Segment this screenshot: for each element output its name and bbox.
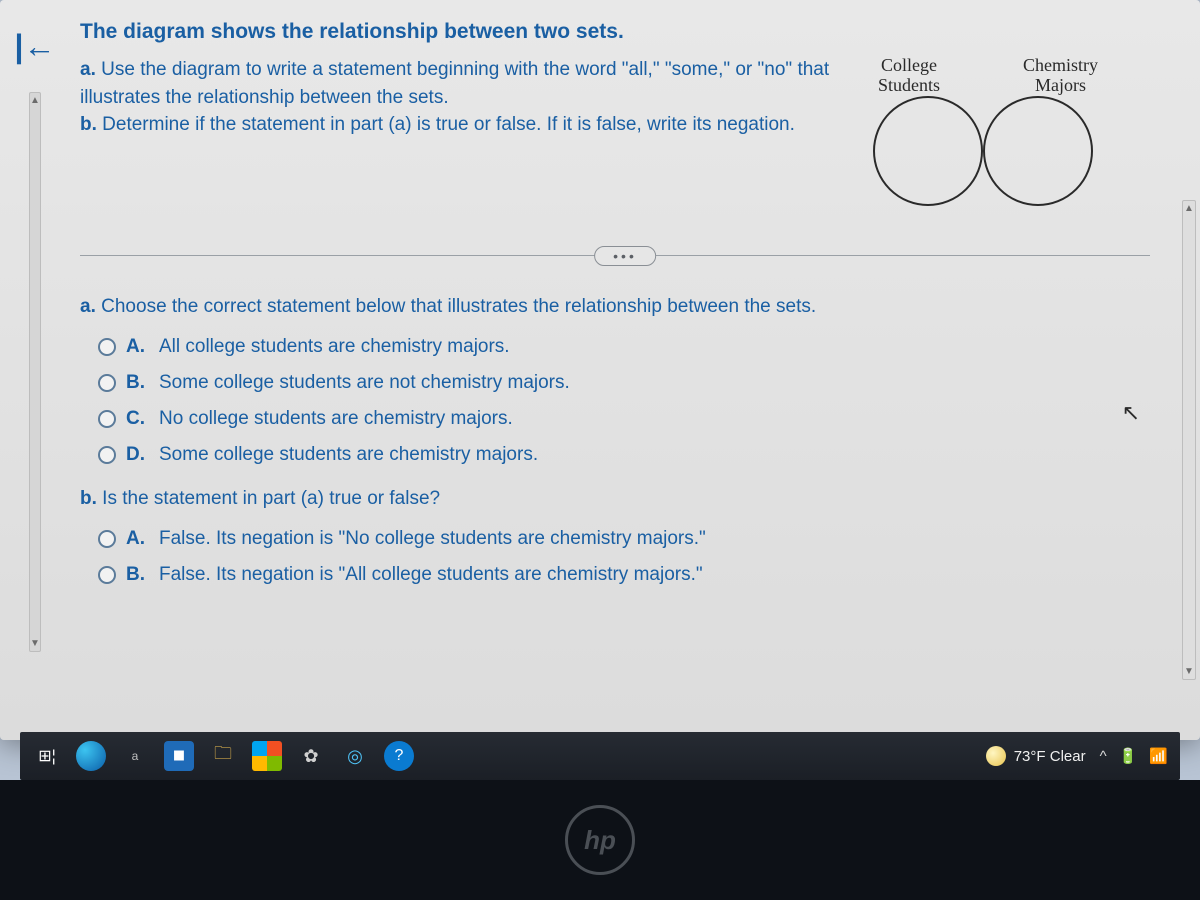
radio-icon[interactable] <box>98 338 116 356</box>
venn-label-left: College Students <box>878 56 940 96</box>
tray-caret-icon[interactable]: ^ <box>1100 748 1107 765</box>
question-a-prompt: a. Choose the correct statement below th… <box>80 296 1170 318</box>
intro-text: The diagram shows the relationship betwe… <box>80 20 1170 44</box>
battery-icon[interactable]: 🔋 <box>1119 747 1138 765</box>
radio-icon[interactable] <box>98 566 116 584</box>
question-a-text: Choose the correct statement below that … <box>101 296 816 317</box>
venn-label-right: Chemistry Majors <box>1023 56 1098 96</box>
app-icon[interactable]: a <box>120 741 150 771</box>
cursor-icon: ↖ <box>1122 400 1140 426</box>
left-rail: |← ▲ ▼ <box>0 0 70 740</box>
option-letter: A. <box>126 336 145 358</box>
weather-icon <box>986 746 1006 766</box>
screen: |← ▲ ▼ The diagram shows the relationshi… <box>0 0 1200 740</box>
option-a-C[interactable]: C. No college students are chemistry maj… <box>98 408 1170 430</box>
option-a-A[interactable]: A. All college students are chemistry ma… <box>98 336 1170 358</box>
microsoft-icon[interactable] <box>252 741 282 771</box>
venn-diagram: College Students Chemistry Majors <box>858 56 1108 206</box>
question-nav-scrollbar[interactable]: ▲ ▼ <box>29 92 41 652</box>
content-scrollbar[interactable]: ▲ ▼ <box>1182 200 1196 680</box>
scroll-up-icon[interactable]: ▲ <box>1184 203 1194 214</box>
question-b-tag: b. <box>80 488 97 509</box>
hp-logo: hp <box>565 805 635 875</box>
nav-up-icon[interactable]: ▲ <box>30 95 40 106</box>
option-letter: A. <box>126 528 145 550</box>
question-a-tag: a. <box>80 296 96 317</box>
radio-icon[interactable] <box>98 530 116 548</box>
settings-icon[interactable]: ✿ <box>296 741 326 771</box>
option-text: False. Its negation is "All college stud… <box>159 564 703 586</box>
system-tray[interactable]: ^ 🔋 📶 <box>1100 747 1168 765</box>
expand-button[interactable]: ••• <box>594 246 656 266</box>
chat-icon[interactable]: ◎ <box>340 741 370 771</box>
question-b-block: b. Is the statement in part (a) true or … <box>80 488 1170 586</box>
store-icon[interactable]: ⯀ <box>164 741 194 771</box>
file-explorer-icon[interactable]: 🗀 <box>208 741 238 771</box>
option-letter: C. <box>126 408 145 430</box>
windows-taskbar[interactable]: ⊞¦ a ⯀ 🗀 ✿ ◎ ? 73°F Clear ^ 🔋 📶 <box>20 732 1180 780</box>
help-icon[interactable]: ? <box>384 741 414 771</box>
wifi-icon[interactable]: 📶 <box>1149 747 1168 765</box>
back-button[interactable]: |← <box>15 30 56 62</box>
option-text: Some college students are chemistry majo… <box>159 444 538 466</box>
option-text: All college students are chemistry major… <box>159 336 510 358</box>
option-text: Some college students are not chemistry … <box>159 372 570 394</box>
option-text: False. Its negation is "No college stude… <box>159 528 706 550</box>
question-b-prompt: b. Is the statement in part (a) true or … <box>80 488 1170 510</box>
instructions-row: a. Use the diagram to write a statement … <box>80 56 1170 206</box>
option-letter: D. <box>126 444 145 466</box>
option-a-B[interactable]: B. Some college students are not chemist… <box>98 372 1170 394</box>
scroll-down-icon[interactable]: ▼ <box>1184 666 1194 677</box>
option-letter: B. <box>126 372 145 394</box>
weather-widget[interactable]: 73°F Clear <box>986 746 1086 766</box>
radio-icon[interactable] <box>98 374 116 392</box>
option-letter: B. <box>126 564 145 586</box>
radio-icon[interactable] <box>98 410 116 428</box>
radio-icon[interactable] <box>98 446 116 464</box>
question-a-block: a. Choose the correct statement below th… <box>80 296 1170 466</box>
question-b-text: Is the statement in part (a) true or fal… <box>102 488 440 509</box>
weather-text: 73°F Clear <box>1014 748 1086 765</box>
task-view-icon[interactable]: ⊞¦ <box>32 741 62 771</box>
option-b-A[interactable]: A. False. Its negation is "No college st… <box>98 528 1170 550</box>
part-b-text: Determine if the statement in part (a) i… <box>102 114 795 135</box>
section-divider: ••• <box>80 246 1170 266</box>
instructions: a. Use the diagram to write a statement … <box>80 56 840 139</box>
part-a-text: Use the diagram to write a statement beg… <box>80 59 829 108</box>
edge-icon[interactable] <box>76 741 106 771</box>
part-a-prefix: a. <box>80 59 96 80</box>
option-a-D[interactable]: D. Some college students are chemistry m… <box>98 444 1170 466</box>
option-b-B[interactable]: B. False. Its negation is "All college s… <box>98 564 1170 586</box>
nav-down-icon[interactable]: ▼ <box>30 638 40 649</box>
part-b-prefix: b. <box>80 114 97 135</box>
venn-circle-left <box>873 96 983 206</box>
content-area: The diagram shows the relationship betwe… <box>70 0 1200 740</box>
venn-circle-right <box>983 96 1093 206</box>
monitor-bezel: hp <box>0 780 1200 900</box>
option-text: No college students are chemistry majors… <box>159 408 513 430</box>
